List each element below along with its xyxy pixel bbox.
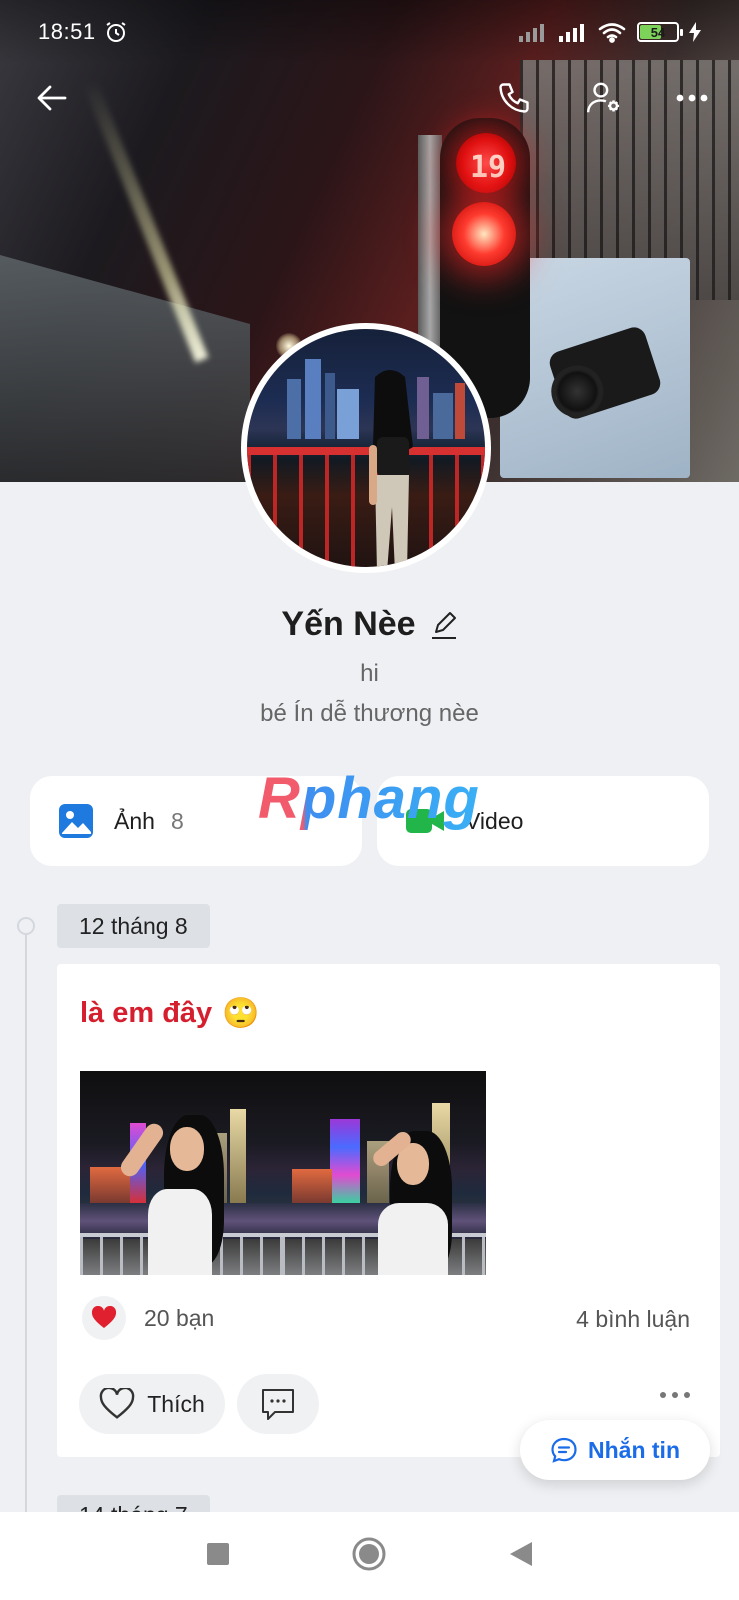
post-likes-count: 20 bạn <box>144 1304 215 1331</box>
post-comments-count[interactable]: 4 bình luận <box>576 1306 690 1333</box>
post-reactions[interactable]: 20 bạn <box>82 1296 214 1340</box>
post-card[interactable]: là em đây 🙄 20 bạn 4 bình luận Thích <box>57 964 720 1457</box>
back-nav-button[interactable] <box>508 1540 534 1573</box>
post-caption-emoji: 🙄 <box>222 996 260 1031</box>
user-settings-icon <box>586 82 620 113</box>
photo-icon <box>59 804 93 838</box>
triangle-back-icon <box>509 1541 532 1566</box>
battery-icon: 54 <box>637 22 683 42</box>
edit-pencil-icon[interactable] <box>430 610 458 640</box>
profile-name: Yến Nèe <box>281 605 416 643</box>
photos-count: 8 <box>170 807 184 834</box>
signal-icon <box>559 24 584 42</box>
profile-settings-button[interactable] <box>578 72 630 124</box>
status-icons: 54 <box>517 21 701 43</box>
avatar[interactable] <box>241 323 491 573</box>
profile-status: hi <box>360 660 379 687</box>
status-time: 18:51 <box>38 19 96 44</box>
battery-level: 54 <box>650 24 666 40</box>
photos-label: Ảnh <box>114 807 155 834</box>
status-bar: 18:51 54 <box>0 0 739 64</box>
like-label: Thích <box>147 1390 205 1417</box>
profile-header <box>0 68 739 128</box>
profile-name-row: Yến Nèe <box>0 605 739 644</box>
charging-icon <box>689 22 701 42</box>
timeline-date: 12 tháng 8 <box>57 904 210 948</box>
message-button-label: Nhắn tin <box>588 1436 680 1463</box>
comment-button[interactable] <box>237 1374 319 1434</box>
phone-icon <box>499 83 529 113</box>
cover-signal-countdown: 19 <box>470 150 507 185</box>
system-nav-bar <box>0 1512 739 1600</box>
cover-building <box>0 255 250 482</box>
alarm-icon <box>106 22 126 42</box>
watermark: Rphang <box>258 766 480 831</box>
recents-button[interactable] <box>206 1542 230 1571</box>
timeline-dot <box>17 917 35 935</box>
comment-icon <box>262 1389 294 1420</box>
square-icon <box>206 1542 229 1565</box>
avatar-person <box>369 370 413 567</box>
signal-off-icon <box>519 24 544 42</box>
heart-icon <box>82 1296 126 1340</box>
wifi-icon <box>598 23 626 43</box>
post-more-icon[interactable] <box>660 1392 690 1398</box>
profile-bio: bé Ín dễ thương nèe <box>260 700 479 727</box>
more-button[interactable] <box>666 72 718 124</box>
cover-signal-light-2 <box>452 202 516 266</box>
back-arrow-icon <box>37 85 67 111</box>
message-button[interactable]: Nhắn tin <box>520 1420 710 1480</box>
heart-outline-icon <box>99 1388 135 1419</box>
timeline-line <box>25 925 27 1515</box>
home-button[interactable] <box>351 1536 387 1577</box>
post-caption-row: là em đây 🙄 <box>80 996 260 1031</box>
circle-icon <box>352 1537 385 1570</box>
like-button[interactable]: Thích <box>79 1374 225 1434</box>
post-photo[interactable] <box>80 1071 284 1275</box>
back-button[interactable] <box>26 72 78 124</box>
chat-bubble-icon <box>551 1437 577 1463</box>
post-caption: là em đây <box>80 997 213 1029</box>
call-button[interactable] <box>488 72 540 124</box>
post-photo[interactable] <box>282 1071 486 1275</box>
more-icon <box>676 94 708 102</box>
